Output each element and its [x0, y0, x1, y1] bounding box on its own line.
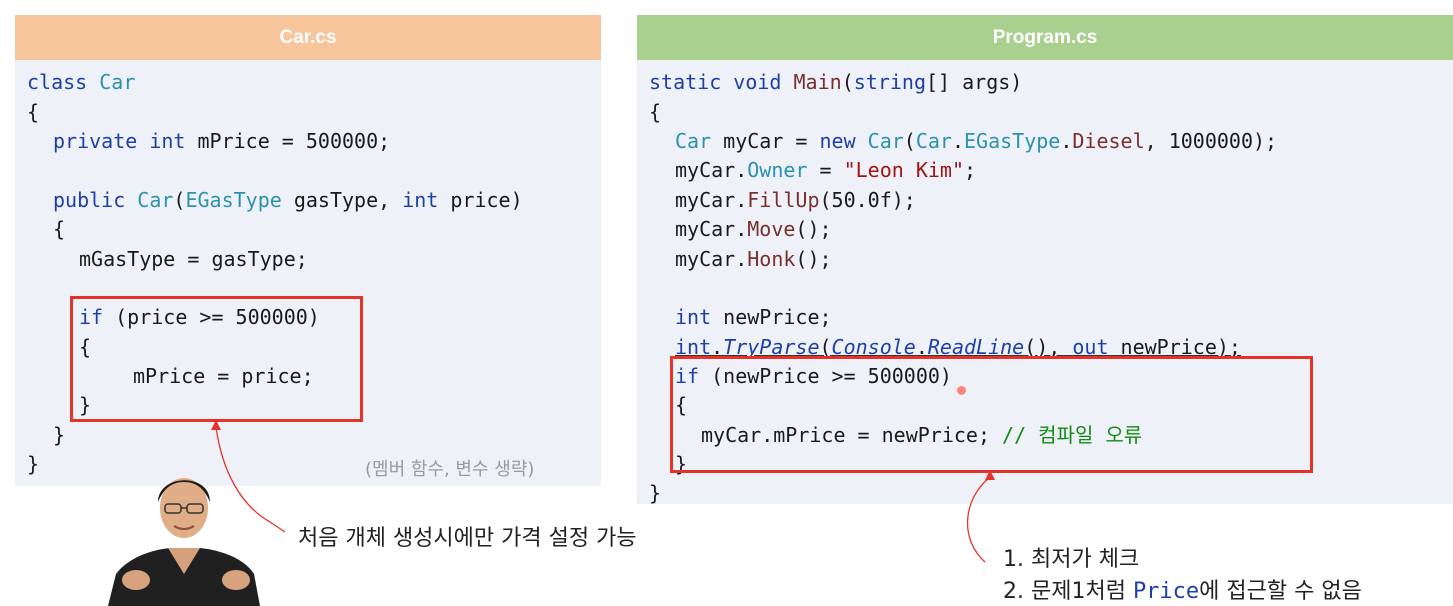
- price-code-term: Price: [1132, 579, 1200, 604]
- right-caption-2-text: 2. 문제1처럼: [1003, 579, 1133, 604]
- right-caption-2: 2. 문제1처럼 Price에 접근할 수 없음: [1003, 573, 1362, 605]
- presenter-photo: [108, 462, 260, 606]
- right-caption-2-text-end: 에 접근할 수 없음: [1199, 579, 1362, 604]
- left-caption: 처음 개체 생성시에만 가격 설정 가능: [298, 526, 637, 551]
- right-caption-1: 1. 최저가 체크: [1003, 547, 1140, 572]
